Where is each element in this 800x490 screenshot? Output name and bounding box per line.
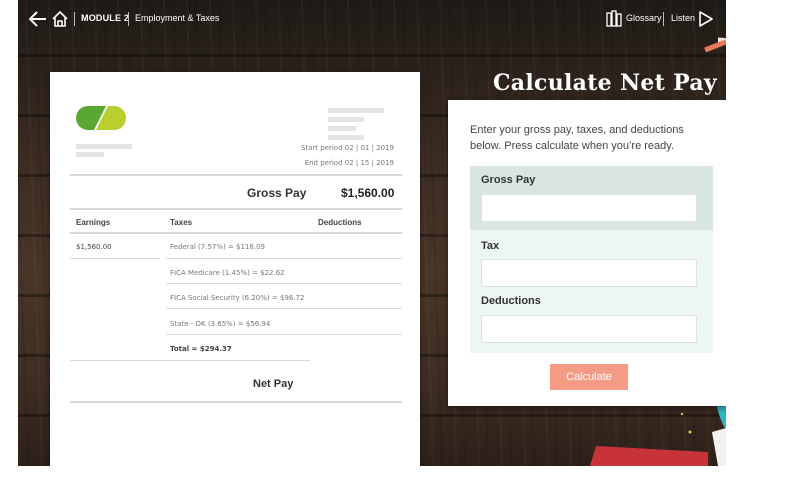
placeholder-bar [76,152,104,157]
listen-link[interactable]: Listen [671,13,695,23]
tax-input[interactable] [481,259,697,287]
period-start: Start period 02 | 01 | 2019 [300,144,394,152]
divider [70,360,310,361]
taxes-total: Total = $294.37 [170,345,232,353]
top-navigation-bar: MODULE 2 Employment & Taxes Glossary Lis… [18,0,726,38]
lesson-stage: MODULE 2 Employment & Taxes Glossary Lis… [18,0,726,466]
module-title: Employment & Taxes [135,13,220,23]
separator [74,12,75,26]
divider [70,258,160,259]
calculator-title: Calculate Net Pay [493,70,717,96]
pay-stub-card: Start period 02 | 01 | 2019 End period 0… [50,72,420,466]
placeholder-bar [328,117,364,122]
placeholder-bar [328,135,364,140]
divider [166,258,402,259]
divider [70,232,402,234]
calculator-form: Gross Pay Tax Deductions [470,166,713,353]
net-pay-label: Net Pay [253,378,294,390]
divider [166,283,402,284]
glossary-icon[interactable] [606,10,622,28]
placeholder-bar [328,126,356,131]
placeholder-bar [76,144,132,149]
home-icon[interactable] [50,9,70,29]
instructions-text: Enter your gross pay, taxes, and deducti… [470,124,684,152]
calculator-panel: Enter your gross pay, taxes, and deducti… [448,100,726,406]
gross-pay-input[interactable] [481,194,697,222]
divider [70,208,402,210]
gross-pay-field-label: Gross Pay [481,174,536,186]
back-arrow-icon[interactable] [28,9,48,29]
gross-pay-label: Gross Pay [247,186,307,200]
deductions-input[interactable] [481,315,697,343]
column-header-earnings: Earnings [76,218,111,227]
divider [70,174,402,176]
page-margin-right [726,0,800,490]
separator [128,12,129,26]
earnings-value: $1,560.00 [76,243,112,251]
tax-line: FICA Medicare (1.45%) = $22.62 [170,269,285,277]
calculate-button[interactable]: Calculate [550,364,628,390]
column-header-taxes: Taxes [170,218,193,227]
separator [663,12,664,26]
glossary-link[interactable]: Glossary [626,13,662,23]
tax-line: State - OK (3.65%) = $56.94 [170,320,271,328]
tax-line: FICA Social Security (6.20%) = $96.72 [170,294,305,302]
divider [70,401,402,403]
tax-field-label: Tax [481,240,500,252]
period-end: End period 02 | 15 | 2019 [304,159,394,167]
divider [166,334,402,335]
divider [166,308,402,309]
page-margin-bottom [0,466,800,490]
company-logo [76,106,126,130]
listen-play-icon[interactable] [698,10,714,28]
column-header-deductions: Deductions [318,218,362,227]
gross-pay-value: $1,560.00 [341,186,395,200]
tax-line: Federal (7.57%) = $118.09 [170,243,265,251]
module-label: MODULE 2 [81,13,130,23]
deductions-field-label: Deductions [481,295,541,307]
placeholder-bar [328,108,384,113]
